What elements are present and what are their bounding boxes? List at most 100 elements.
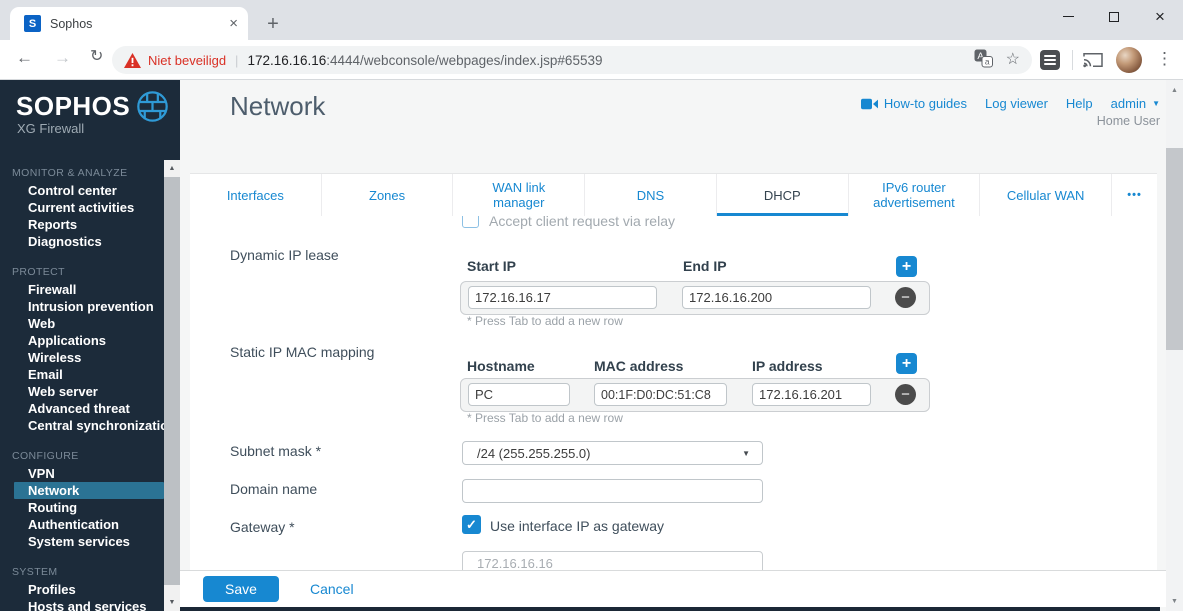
cast-icon[interactable] (1083, 52, 1103, 73)
translate-icon[interactable]: Aa (974, 49, 993, 72)
howto-guides-link[interactable]: How-to guides (860, 96, 968, 111)
subnet-mask-select[interactable]: /24 (255.255.255.0) ▼ (462, 441, 763, 465)
page-title: Network (230, 91, 326, 121)
scroll-up-icon[interactable]: ▲ (1166, 82, 1183, 98)
tabs-more-button[interactable]: ••• (1111, 174, 1157, 216)
favicon: S (24, 15, 41, 32)
user-type-label: Home User (1096, 114, 1160, 128)
scroll-down-icon[interactable]: ▼ (1166, 593, 1183, 609)
howto-guides-label: How-to guides (883, 96, 968, 111)
new-tab-button[interactable]: + (258, 9, 288, 39)
subnet-mask-value: /24 (255.255.255.0) (477, 445, 591, 461)
address-bar[interactable]: Niet beveiligd | 172.16.16.16:4444/webco… (112, 46, 1032, 74)
mapping-row-hint: * Press Tab to add a new row (467, 411, 623, 425)
sidebar-item-system-services[interactable]: System services (0, 533, 164, 550)
maximize-icon (1109, 11, 1119, 22)
main-scrollbar-thumb[interactable] (1166, 148, 1183, 350)
sidebar-item-email[interactable]: Email (0, 366, 164, 383)
tab-close-icon[interactable]: × (229, 15, 238, 32)
app-frame: SOPHOS XG Firewall MONITOR & ANALYZE Con… (0, 80, 1183, 611)
close-window-button[interactable]: × (1137, 0, 1183, 33)
sidebar-section-configure: CONFIGURE (12, 450, 79, 462)
sidebar-section-monitor-analyze: MONITOR & ANALYZE (12, 167, 128, 179)
help-label: Help (1065, 96, 1093, 111)
mac-address-input[interactable] (594, 383, 727, 406)
browser-tab-strip: S Sophos × + × (0, 0, 1183, 40)
sidebar-item-routing[interactable]: Routing (0, 499, 164, 516)
tab-zones[interactable]: Zones (320, 174, 453, 216)
product-name: XG Firewall (17, 121, 85, 136)
sidebar-section-system: SYSTEM (12, 566, 58, 578)
back-button[interactable]: ← (16, 49, 33, 66)
tab-ipv6-router-advertisement[interactable]: IPv6 router advertisement (847, 174, 980, 216)
cancel-button[interactable]: Cancel (310, 581, 354, 597)
domain-name-input[interactable] (462, 479, 763, 503)
sidebar-item-advanced-threat[interactable]: Advanced threat (0, 400, 164, 417)
sidebar-item-current-activities[interactable]: Current activities (0, 199, 164, 216)
toolbar-divider (1072, 50, 1073, 70)
close-icon: × (1155, 7, 1165, 26)
tab-dns[interactable]: DNS (584, 174, 716, 216)
sidebar-item-firewall[interactable]: Firewall (0, 281, 164, 298)
use-interface-ip-label: Use interface IP as gateway (490, 518, 665, 534)
security-warning-label[interactable]: Niet beveiligd (148, 53, 226, 68)
browser-tab-title: Sophos (50, 16, 93, 31)
extension-icon[interactable] (1040, 50, 1060, 70)
save-button[interactable]: Save (203, 576, 279, 602)
tab-interfaces[interactable]: Interfaces (190, 174, 321, 216)
remove-mapping-row-button[interactable]: − (895, 384, 916, 405)
end-ip-column-header: End IP (683, 258, 727, 274)
tab-wan-link-manager[interactable]: WAN link manager (452, 174, 584, 216)
sidebar-item-wireless[interactable]: Wireless (0, 349, 164, 366)
static-ip-mac-label: Static IP MAC mapping (230, 344, 375, 360)
sidebar-item-hosts-and-services[interactable]: Hosts and services (0, 598, 164, 611)
sidebar-item-intrusion-prevention[interactable]: Intrusion prevention (0, 298, 164, 315)
end-ip-input[interactable] (682, 286, 871, 309)
sidebar-item-applications[interactable]: Applications (0, 332, 164, 349)
start-ip-column-header: Start IP (467, 258, 517, 274)
mac-address-column-header: MAC address (594, 358, 684, 374)
sidebar-item-diagnostics[interactable]: Diagnostics (0, 233, 164, 250)
log-viewer-link[interactable]: Log viewer (985, 96, 1048, 111)
sidebar-item-web[interactable]: Web (0, 315, 164, 332)
use-interface-ip-checkbox[interactable]: ✓ (462, 515, 481, 534)
sidebar-item-reports[interactable]: Reports (0, 216, 164, 233)
main-scrollbar[interactable]: ▲ ▼ (1166, 80, 1183, 611)
add-mapping-row-button[interactable]: + (896, 353, 917, 374)
sidebar-item-authentication[interactable]: Authentication (0, 516, 164, 533)
sidebar: SOPHOS XG Firewall MONITOR & ANALYZE Con… (0, 80, 180, 611)
scroll-up-icon[interactable]: ▲ (164, 160, 180, 177)
sidebar-item-central-synchronization[interactable]: Central synchronization (0, 417, 176, 434)
help-link[interactable]: Help (1066, 96, 1093, 111)
reload-button[interactable]: ↻ (90, 49, 103, 65)
forward-button[interactable]: → (54, 49, 71, 66)
url-divider: | (235, 52, 239, 68)
sidebar-item-control-center[interactable]: Control center (0, 182, 164, 199)
sidebar-item-profiles[interactable]: Profiles (0, 581, 164, 598)
maximize-button[interactable] (1091, 0, 1137, 33)
extension-glyph (1044, 59, 1056, 61)
hostname-input[interactable] (468, 383, 570, 406)
admin-label: admin (1110, 96, 1147, 111)
minimize-button[interactable] (1045, 0, 1091, 33)
sidebar-item-vpn[interactable]: VPN (0, 465, 164, 482)
tab-dhcp[interactable]: DHCP (715, 174, 848, 216)
profile-avatar[interactable] (1116, 47, 1142, 73)
sidebar-scrollbar-thumb[interactable] (164, 177, 180, 585)
ip-address-input[interactable] (752, 383, 871, 406)
tab-cellular-wan[interactable]: Cellular WAN (979, 174, 1111, 216)
remove-lease-row-button[interactable]: − (895, 287, 916, 308)
browser-tab[interactable]: S Sophos × (10, 7, 248, 40)
sidebar-scrollbar[interactable]: ▲ ▼ (164, 160, 180, 611)
admin-menu[interactable]: admin ▼ (1111, 96, 1160, 111)
video-camera-icon (860, 98, 878, 109)
start-ip-input[interactable] (468, 286, 657, 309)
sidebar-nav: MONITOR & ANALYZE Control center Current… (0, 165, 176, 611)
sidebar-item-web-server[interactable]: Web server (0, 383, 164, 400)
scroll-down-icon[interactable]: ▼ (164, 594, 180, 611)
bookmark-star-icon[interactable]: ☆ (1006, 52, 1020, 68)
sidebar-item-network[interactable]: Network (14, 482, 164, 499)
add-lease-row-button[interactable]: + (896, 256, 917, 277)
browser-menu-icon[interactable]: ⋮ (1156, 49, 1173, 69)
footer-dark-strip (180, 607, 1160, 611)
